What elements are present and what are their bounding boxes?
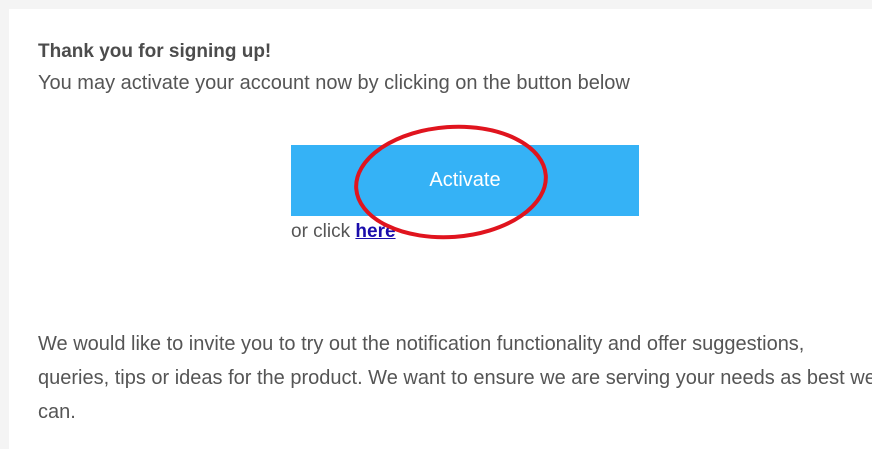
signup-greeting: Thank you for signing up!: [38, 41, 272, 62]
email-body: Thank you for signing up! You may activa…: [9, 9, 872, 449]
alternate-link-prefix: or click: [291, 221, 351, 242]
here-link[interactable]: here: [355, 221, 395, 242]
activate-button[interactable]: Activate: [291, 145, 639, 216]
invite-paragraph: We would like to invite you to try out t…: [38, 333, 872, 423]
alternate-link-line: or click here: [291, 221, 396, 243]
activation-instruction: You may activate your account now by cli…: [38, 72, 630, 94]
